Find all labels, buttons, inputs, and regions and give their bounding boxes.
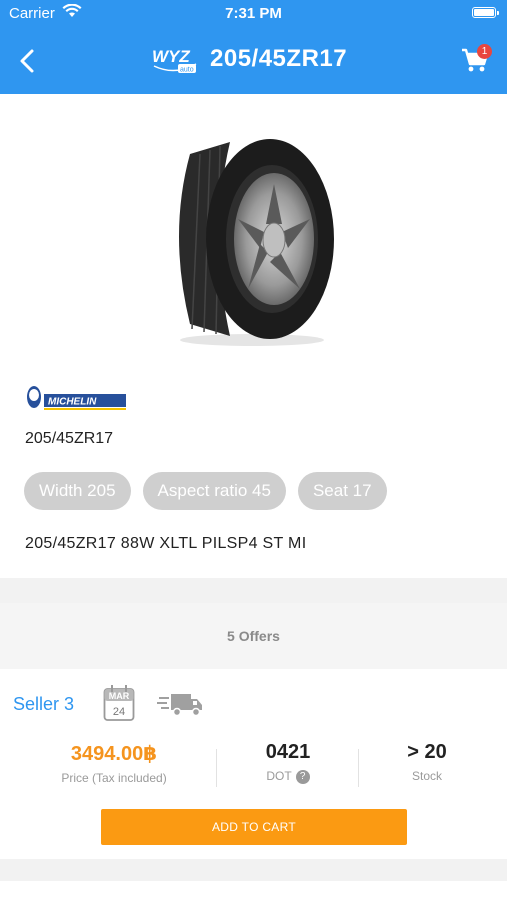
calendar-month: MAR	[109, 691, 130, 701]
calendar-icon: MAR 24	[103, 685, 135, 721]
dot-label: DOT	[266, 769, 292, 783]
spec-chip-width: Width 205	[24, 472, 131, 510]
offer-stats: 3494.00฿ Price (Tax included) 0421 DOT? …	[0, 741, 507, 801]
price-label: Price (Tax included)	[61, 771, 167, 785]
seller-name[interactable]: Seller 3	[13, 694, 74, 715]
price-value: 3494.00฿	[70, 743, 158, 765]
back-arrow-icon[interactable]	[16, 48, 40, 74]
offer-card: Seller 3 MAR 24 3494.00฿ Price (Tax incl…	[0, 669, 507, 859]
logo-text: WYZ	[152, 47, 190, 66]
status-bar: Carrier 7:31 PM	[0, 0, 507, 28]
brand-name: MICHELIN	[48, 397, 97, 408]
delivery-truck-icon	[157, 694, 202, 717]
offers-count: 5 Offers	[0, 603, 507, 669]
nav-bar: WYZ auto 205/45ZR17 1	[0, 28, 507, 94]
add-to-cart-button[interactable]: ADD TO CART	[101, 809, 407, 845]
stock-block: > 20 Stock	[362, 741, 492, 783]
product-description: 205/45ZR17 88W XLTL PILSP4 ST MI	[25, 535, 307, 552]
logo-subtext: auto	[180, 67, 194, 74]
product-card: MICHELIN 205/45ZR17 Width 205 Aspect rat…	[0, 94, 507, 578]
dot-value: 0421	[265, 741, 311, 763]
spec-chips: Width 205 Aspect ratio 45 Seat 17	[24, 472, 387, 510]
next-offer-card	[0, 881, 507, 900]
dot-block: 0421 DOT?	[220, 741, 356, 784]
battery-icon	[472, 7, 499, 18]
tire-image	[179, 139, 334, 346]
clock: 7:31 PM	[225, 5, 282, 22]
help-icon[interactable]: ?	[295, 769, 310, 784]
cart-badge: 1	[477, 44, 492, 59]
calendar-day: 24	[113, 706, 125, 718]
product-size: 205/45ZR17	[25, 430, 114, 447]
stock-value: > 20	[407, 741, 447, 763]
stock-label: Stock	[411, 769, 442, 783]
spec-chip-aspect-ratio: Aspect ratio 45	[142, 472, 286, 510]
price-block: 3494.00฿ Price (Tax included)	[30, 741, 198, 785]
michelin-logo: MICHELIN	[27, 386, 126, 410]
divider	[358, 749, 359, 787]
page-title: 205/45ZR17	[210, 45, 348, 72]
spec-chip-seat: Seat 17	[297, 472, 387, 510]
wyz-logo: WYZ auto	[152, 47, 197, 74]
divider	[216, 749, 217, 787]
